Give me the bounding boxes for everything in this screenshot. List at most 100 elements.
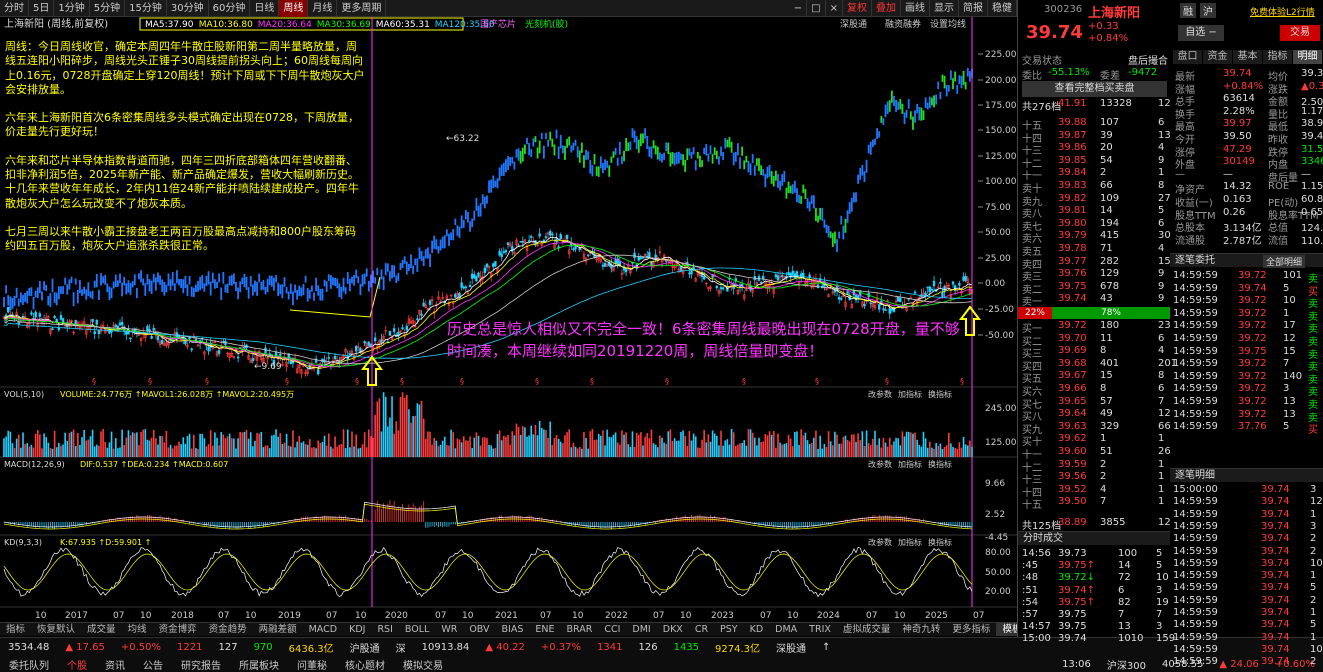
detail-vol: 101: [1283, 270, 1303, 281]
indicator-tab-9[interactable]: RSI: [371, 623, 398, 636]
period-tab-2[interactable]: 1分钟: [54, 0, 90, 17]
header-right-0[interactable]: 深股通: [840, 19, 867, 30]
indicator-tab-13[interactable]: BIAS: [496, 623, 530, 636]
nav-tab-2[interactable]: 资讯: [105, 657, 125, 672]
nav-tab-5[interactable]: 所属板块: [239, 657, 279, 672]
toolbar-right-2[interactable]: 显示: [930, 0, 959, 17]
indicator-tab-8[interactable]: KDJ: [343, 623, 371, 636]
indicator-tab-18[interactable]: DKX: [657, 623, 689, 636]
period-tab-8[interactable]: 周线: [279, 0, 309, 17]
vol-btn-1[interactable]: 加指标: [898, 389, 922, 399]
overlay-bar: [918, 107, 921, 121]
sidebar-tab-3[interactable]: 指标: [1263, 50, 1292, 64]
detail-price: 39.72: [1238, 320, 1267, 332]
period-tab-0[interactable]: 分时: [0, 0, 29, 17]
nav-tab-6[interactable]: 问董秘: [297, 657, 327, 672]
overlay-bar: [722, 152, 725, 161]
vol-btn-2[interactable]: 换指标: [928, 389, 952, 399]
period-tab-5[interactable]: 30分钟: [167, 0, 209, 17]
indicator-tab-5[interactable]: 资金趋势: [203, 623, 253, 636]
indicator-tab-6[interactable]: 两融差额: [253, 623, 303, 636]
candle-body: [527, 240, 531, 242]
detail-filter-select[interactable]: 全部明细: [1263, 255, 1306, 268]
indicator-tab-2[interactable]: 成交量: [81, 623, 122, 636]
index-item-1: ▲ 17.65: [65, 641, 105, 653]
indicator-tab-10[interactable]: BOLL: [399, 623, 435, 636]
trade-button[interactable]: 交易: [1280, 25, 1320, 41]
header-right-1[interactable]: 融资融券: [885, 18, 921, 30]
indicator-tab-1[interactable]: 恢复默认: [31, 623, 81, 636]
nav-tab-4[interactable]: 研究报告: [181, 657, 221, 672]
indicator-tab-14[interactable]: ENE: [529, 623, 560, 636]
indicator-tab-26[interactable]: 更多指标: [946, 623, 996, 636]
kd-btn-2[interactable]: 换指标: [928, 537, 952, 547]
window-btn-1[interactable]: □: [807, 0, 826, 17]
period-tab-9[interactable]: 月线: [308, 0, 338, 17]
macd-btn-2[interactable]: 换指标: [928, 459, 952, 469]
nav-tab-7[interactable]: 核心题材: [345, 657, 385, 672]
window-btn-0[interactable]: −: [790, 0, 808, 17]
overlay-bar: [429, 253, 431, 268]
concept-tag-1[interactable]: 光刻机(胶): [525, 18, 568, 30]
indicator-tab-22[interactable]: DMA: [769, 623, 803, 636]
period-tab-7[interactable]: 日线: [250, 0, 280, 17]
toolbar-right-4[interactable]: 稳健: [988, 0, 1017, 17]
window-btn-2[interactable]: ×: [826, 0, 843, 17]
indicator-tab-7[interactable]: MACD: [303, 623, 343, 636]
view-full-book-button[interactable]: 查看完整档买卖盘: [1022, 81, 1167, 97]
vol-bar: [28, 446, 31, 457]
indicator-tab-15[interactable]: BRAR: [561, 623, 599, 636]
overlay-bar: [526, 137, 528, 145]
vol-bar: [380, 431, 383, 457]
indicator-tab-3[interactable]: 均线: [122, 623, 153, 636]
nav-tab-0[interactable]: 委托队列: [9, 657, 49, 672]
period-tab-1[interactable]: 5日: [29, 0, 55, 17]
sidebar-tab-1[interactable]: 资金: [1203, 50, 1232, 64]
nav-tab-3[interactable]: 公告: [143, 657, 163, 672]
indicator-tab-25[interactable]: 神奇九转: [896, 623, 946, 636]
macd-btn-1[interactable]: 加指标: [898, 459, 922, 469]
overlay-bar: [7, 295, 10, 306]
nav-tab-8[interactable]: 模拟交易: [403, 657, 443, 672]
sidebar-tab-4[interactable]: 明细: [1293, 50, 1322, 64]
indicator-tab-17[interactable]: DMI: [626, 623, 656, 636]
period-tab-6[interactable]: 60分钟: [209, 0, 251, 17]
promo-link[interactable]: 免费体验L2行情: [1250, 5, 1315, 18]
kd-btn-0[interactable]: 改参数: [868, 537, 892, 547]
concept-tag-0[interactable]: 国产芯片: [480, 18, 516, 30]
period-tab-4[interactable]: 15分钟: [125, 0, 167, 17]
candle-body: [468, 284, 472, 288]
nav-tab-1[interactable]: 个股: [67, 657, 87, 672]
indicator-tab-16[interactable]: CCI: [598, 623, 626, 636]
indicator-tab-24[interactable]: 虚拟成交量: [837, 623, 897, 636]
sidebar-tab-2[interactable]: 基本: [1233, 50, 1262, 64]
watchlist-button[interactable]: 自选 −: [1178, 25, 1224, 41]
indicator-tab-20[interactable]: PSY: [714, 623, 744, 636]
indicator-tab-21[interactable]: KD: [744, 623, 770, 636]
toolbar-right-3[interactable]: 简报: [959, 0, 988, 17]
vol-bar: [32, 447, 35, 457]
toolbar-right-1[interactable]: 画线: [901, 0, 930, 17]
indicator-tab-11[interactable]: WR: [435, 623, 463, 636]
index-item-16[interactable]: 深股通: [776, 640, 806, 655]
stock-tag-1[interactable]: 沪: [1200, 3, 1216, 18]
toolbar-right-0[interactable]: 叠加: [872, 0, 901, 17]
vol-bar: [564, 435, 566, 457]
period-tab-10[interactable]: 更多周期: [337, 0, 387, 17]
sidebar-tab-0[interactable]: 盘口: [1173, 50, 1202, 64]
fuquan-button[interactable]: 复权: [843, 0, 872, 17]
indicator-tab-23[interactable]: TRIX: [803, 623, 837, 636]
stock-tag-0[interactable]: 融: [1180, 3, 1196, 18]
indicator-tab-19[interactable]: CR: [689, 623, 714, 636]
index-item-7[interactable]: 沪股通: [350, 640, 380, 655]
candle-body: [120, 321, 124, 326]
macd-btn-0[interactable]: 改参数: [868, 459, 892, 469]
indicator-tab-12[interactable]: OBV: [463, 623, 495, 636]
vol-bar: [176, 445, 178, 457]
period-tab-3[interactable]: 5分钟: [90, 0, 126, 17]
vol-btn-0[interactable]: 改参数: [868, 389, 892, 399]
indicator-tab-0[interactable]: 指标: [0, 623, 31, 636]
kd-btn-1[interactable]: 加指标: [898, 537, 922, 547]
indicator-tab-4[interactable]: 资金博弈: [153, 623, 203, 636]
header-right-2[interactable]: 设置均线: [930, 18, 966, 30]
